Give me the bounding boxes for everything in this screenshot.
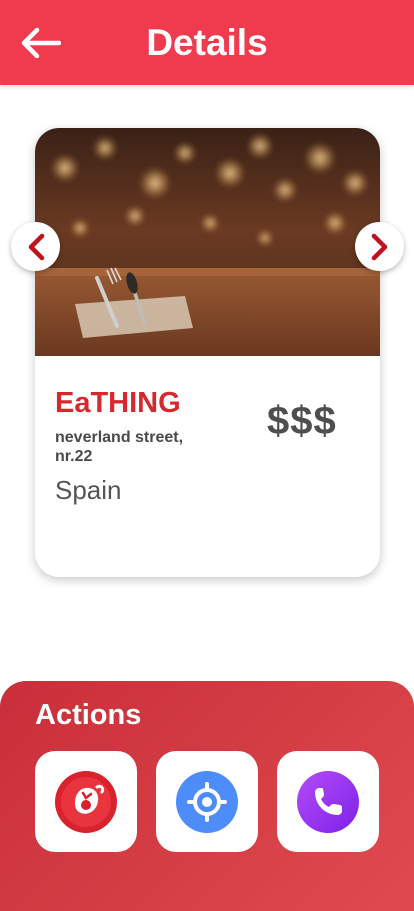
page-title: Details — [146, 22, 268, 63]
location-target-icon — [176, 770, 238, 833]
restaurant-address: neverland street, nr.22 — [55, 429, 184, 465]
call-action-button[interactable] — [277, 751, 379, 852]
phone-icon — [297, 770, 359, 833]
eatery-logo-icon — [55, 770, 117, 833]
actions-panel: Actions — [0, 681, 414, 911]
eatery-action-button[interactable] — [35, 751, 137, 852]
restaurant-photo — [35, 128, 380, 356]
previous-image-button[interactable] — [11, 222, 60, 271]
actions-title: Actions — [35, 699, 142, 731]
next-image-button[interactable] — [355, 222, 404, 271]
restaurant-card: EaTHING neverland street, nr.22 Spain $$… — [35, 128, 380, 577]
chevron-left-icon — [28, 233, 44, 260]
location-action-button[interactable] — [156, 751, 258, 852]
chevron-right-icon — [371, 233, 387, 260]
restaurant-country: Spain — [55, 475, 122, 505]
restaurant-name: EaTHING — [55, 387, 181, 419]
app-header: Details — [0, 0, 414, 85]
price-level: $$$ — [267, 399, 337, 443]
